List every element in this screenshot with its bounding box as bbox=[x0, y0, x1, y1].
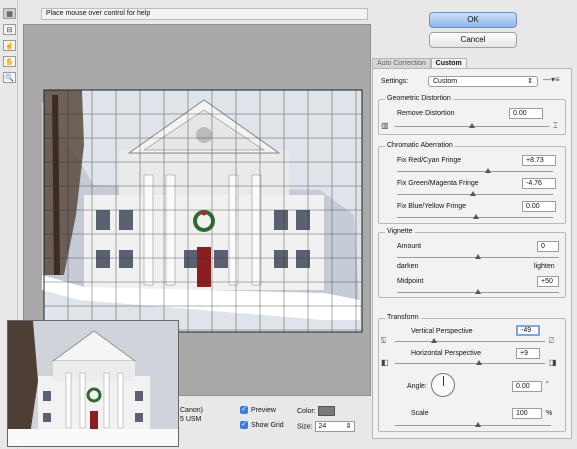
transform-group: Transform Vertical Perspective -49 ⍂ ⍁ H… bbox=[378, 314, 566, 432]
pincushion-icon: ▥ bbox=[381, 121, 389, 130]
stepper-icon: ⇕ bbox=[345, 423, 352, 430]
horizontal-perspective-field[interactable]: +9 bbox=[516, 348, 540, 359]
show-grid-checkbox[interactable]: ✓ Show Grid bbox=[240, 421, 284, 429]
select-arrows-icon: ⇕ bbox=[527, 78, 533, 85]
amount-field[interactable]: 0 bbox=[537, 241, 559, 252]
remove-distortion-tool-icon[interactable]: ▦ bbox=[3, 8, 16, 19]
ok-button[interactable]: OK bbox=[429, 12, 517, 28]
blue-yellow-field[interactable]: 0.00 bbox=[522, 201, 556, 212]
scale-unit: % bbox=[546, 410, 553, 417]
angle-unit: ° bbox=[546, 381, 549, 388]
custom-panel: Settings: Custom ⇕ —▾≡ Geometric Distorti… bbox=[372, 68, 572, 439]
transform-title: Transform bbox=[385, 314, 421, 321]
vertical-perspective-right-icon: ⍁ bbox=[549, 336, 554, 345]
zoom-tool-icon[interactable]: 🔍 bbox=[3, 72, 16, 83]
chromatic-aberration-group: Chromatic Aberration Fix Red/Cyan Fringe… bbox=[378, 142, 566, 224]
midpoint-slider[interactable] bbox=[397, 289, 559, 294]
red-cyan-label: Fix Red/Cyan Fringe bbox=[397, 157, 462, 164]
lens-profile-text: Canon) 5 USM bbox=[180, 407, 203, 423]
chromatic-title: Chromatic Aberration bbox=[385, 142, 455, 149]
vertical-perspective-left-icon: ⍂ bbox=[381, 336, 386, 345]
vignette-group: Vignette Amount 0 darken lighten Midpoin… bbox=[378, 228, 566, 298]
blue-yellow-label: Fix Blue/Yellow Fringe bbox=[397, 203, 466, 210]
grid-color: Color: bbox=[297, 406, 335, 416]
scale-label: Scale bbox=[411, 410, 429, 417]
red-cyan-slider[interactable] bbox=[397, 168, 553, 173]
vertical-perspective-label: Vertical Perspective bbox=[411, 328, 473, 335]
amount-label: Amount bbox=[397, 243, 422, 250]
barrel-icon: ⌶ bbox=[553, 121, 558, 130]
scale-field[interactable]: 100 bbox=[512, 408, 542, 419]
grid-size: Size: 24 ⇕ bbox=[297, 421, 355, 432]
angle-label: Angle: bbox=[407, 383, 427, 390]
midpoint-label: Midpoint bbox=[397, 278, 424, 285]
settings-menu-icon[interactable]: —▾≡ bbox=[543, 75, 560, 84]
vertical-perspective-slider[interactable] bbox=[395, 338, 545, 343]
geometric-distortion-group: Geometric Distortion Remove Distortion 0… bbox=[378, 95, 566, 135]
red-cyan-field[interactable]: +8.73 bbox=[522, 155, 556, 166]
angle-field[interactable]: 0.00 bbox=[512, 381, 542, 392]
blue-yellow-slider[interactable] bbox=[397, 214, 553, 219]
settings-label: Settings: bbox=[381, 78, 409, 85]
remove-distortion-label: Remove Distortion bbox=[397, 110, 455, 117]
darken-label: darken bbox=[397, 263, 419, 270]
vignette-title: Vignette bbox=[385, 228, 415, 235]
grid-size-field[interactable]: 24 ⇕ bbox=[314, 421, 355, 432]
amount-slider[interactable] bbox=[397, 254, 559, 259]
remove-distortion-slider[interactable] bbox=[395, 123, 549, 128]
preview-checkbox[interactable]: ✓ Preview bbox=[240, 406, 276, 414]
horizontal-perspective-slider[interactable] bbox=[395, 360, 545, 365]
green-magenta-label: Fix Green/Magenta Fringe bbox=[397, 180, 479, 187]
grid-color-swatch[interactable] bbox=[317, 406, 335, 416]
geometric-title: Geometric Distortion bbox=[385, 95, 453, 102]
midpoint-field[interactable]: +50 bbox=[537, 276, 559, 287]
hand-tool-icon[interactable]: ✋ bbox=[3, 56, 16, 67]
vertical-perspective-field[interactable]: -49 bbox=[516, 325, 540, 336]
green-magenta-slider[interactable] bbox=[397, 191, 553, 196]
horizontal-perspective-right-icon: ◨ bbox=[549, 358, 557, 367]
settings-select[interactable]: Custom ⇕ bbox=[428, 76, 538, 87]
help-bar: Place mouse over control for help bbox=[41, 8, 368, 20]
remove-distortion-field[interactable]: 0.00 bbox=[509, 108, 543, 119]
horizontal-perspective-left-icon: ◧ bbox=[381, 358, 389, 367]
horizontal-perspective-label: Horizontal Perspective bbox=[411, 350, 482, 357]
angle-dial[interactable] bbox=[431, 373, 455, 397]
lighten-label: lighten bbox=[534, 263, 555, 270]
photo-thumbnail bbox=[7, 320, 179, 447]
green-magenta-field[interactable]: -4.76 bbox=[522, 178, 556, 189]
straighten-tool-icon[interactable]: ⊟ bbox=[3, 24, 16, 35]
move-grid-tool-icon[interactable]: ☝ bbox=[3, 40, 16, 51]
cancel-button[interactable]: Cancel bbox=[429, 32, 517, 48]
scale-slider[interactable] bbox=[395, 422, 551, 427]
